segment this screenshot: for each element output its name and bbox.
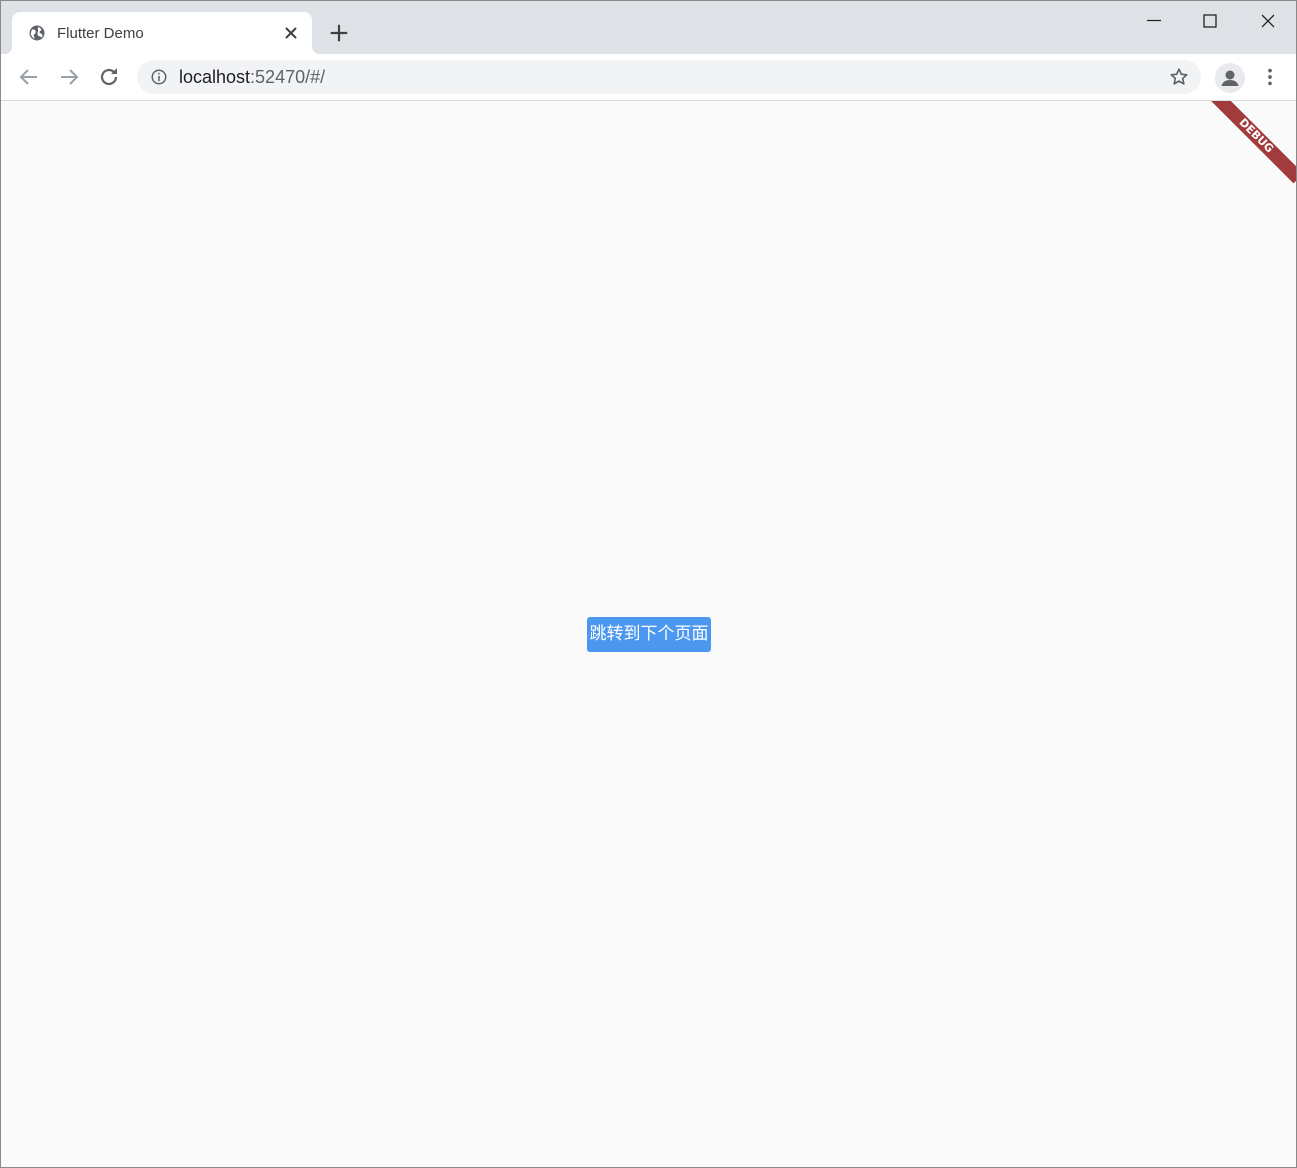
browser-window: Flutter Demo localhost:52470/#/ DEBUG 跳转… xyxy=(0,0,1297,1168)
window-close-icon[interactable] xyxy=(1256,9,1280,33)
url-host: localhost xyxy=(179,67,251,87)
globe-icon xyxy=(29,25,45,41)
page-viewport: DEBUG 跳转到下个页面 xyxy=(1,101,1296,1167)
url-path: :52470/#/ xyxy=(250,67,326,87)
address-bar[interactable]: localhost:52470/#/ xyxy=(137,60,1201,94)
back-arrow-icon[interactable] xyxy=(17,65,41,89)
debug-banner: DEBUG xyxy=(1208,101,1296,184)
url-text[interactable]: localhost:52470/#/ xyxy=(179,67,325,88)
window-maximize-icon[interactable] xyxy=(1198,9,1222,33)
reload-icon[interactable] xyxy=(97,65,121,89)
person-icon xyxy=(1221,70,1239,86)
browser-tab[interactable]: Flutter Demo xyxy=(4,12,320,54)
bookmark-star-icon[interactable] xyxy=(1168,66,1190,88)
tab-close-icon[interactable] xyxy=(282,24,300,42)
tab-title: Flutter Demo xyxy=(57,25,144,42)
more-vert-icon[interactable] xyxy=(1259,66,1281,88)
info-icon[interactable] xyxy=(150,68,168,86)
profile-avatar[interactable] xyxy=(1215,63,1245,93)
window-minimize-icon[interactable] xyxy=(1142,9,1166,33)
tab-strip: Flutter Demo xyxy=(1,1,1296,54)
forward-arrow-icon[interactable] xyxy=(57,65,81,89)
navigate-next-page-button[interactable]: 跳转到下个页面 xyxy=(587,617,711,652)
new-tab-icon[interactable] xyxy=(328,22,350,44)
browser-toolbar: localhost:52470/#/ xyxy=(1,54,1296,101)
